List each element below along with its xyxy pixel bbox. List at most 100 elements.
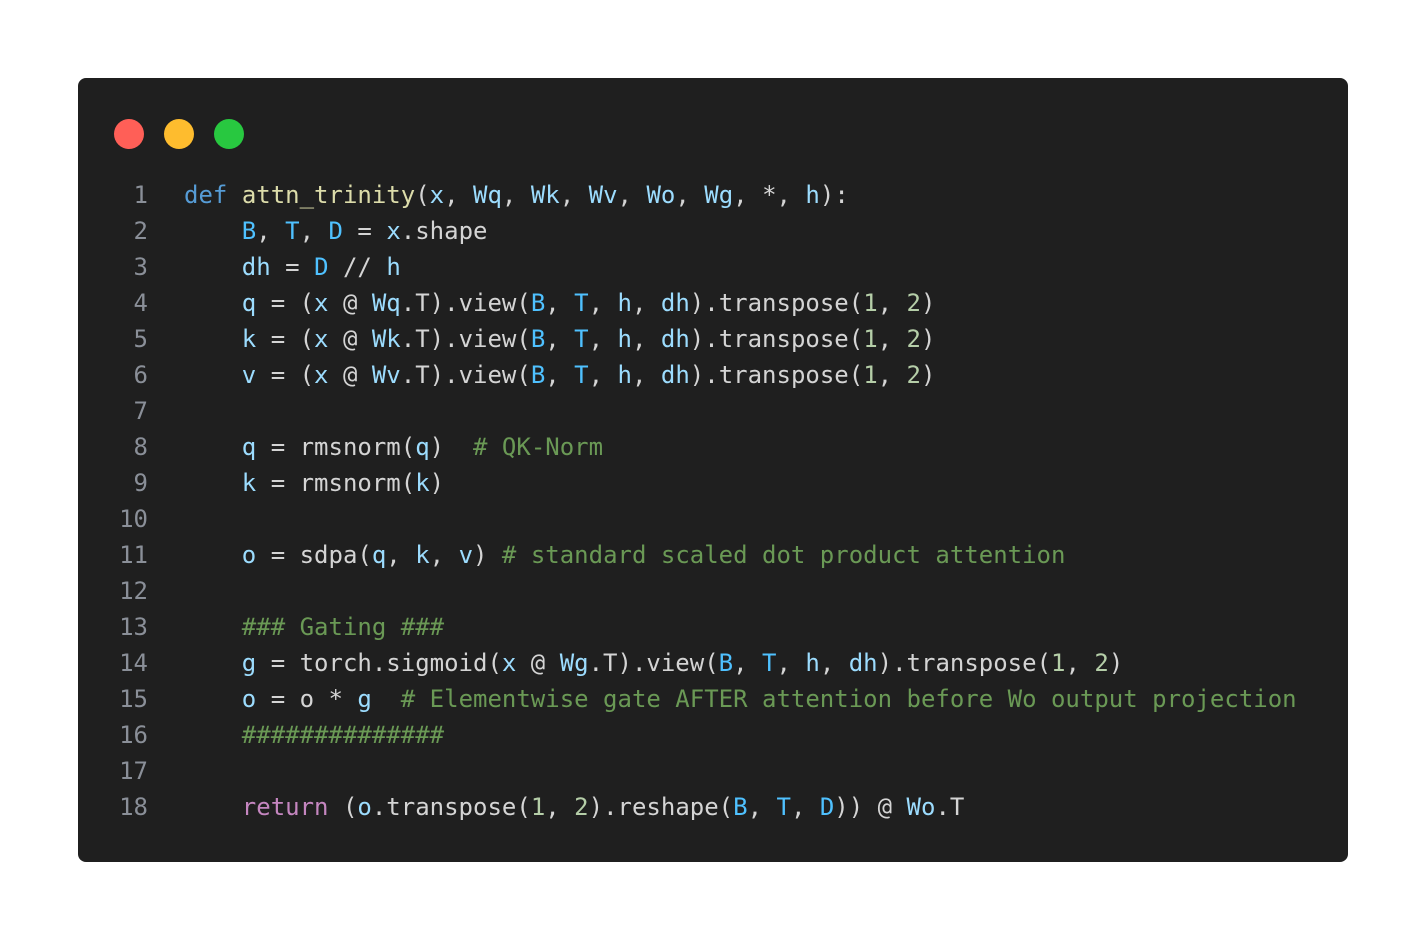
code-token: Wq: [371, 289, 401, 317]
code-token: ): [921, 361, 936, 389]
line-source: g = torch.sigmoid(x @ Wg.T).view(B, T, h…: [184, 645, 1124, 681]
code-token: ): [921, 289, 936, 317]
code-token: ,: [256, 217, 286, 245]
code-token: .T).view(: [400, 361, 531, 389]
code-token: 1: [1051, 649, 1066, 677]
line-source: k = rmsnorm(k): [184, 465, 444, 501]
code-token: B: [530, 289, 546, 317]
code-token: h: [617, 325, 632, 353]
code-token: h: [805, 181, 820, 209]
code-line: 8 q = rmsnorm(q) # QK-Norm: [78, 429, 1297, 465]
code-line: 2 B, T, D = x.shape: [78, 213, 1297, 249]
code-line: 5 k = (x @ Wk.T).view(B, T, h, dh).trans…: [78, 321, 1297, 357]
code-token: T: [762, 649, 777, 677]
line-number: 13: [119, 613, 148, 641]
code-token: ): [1108, 649, 1124, 677]
line-number: 17: [119, 757, 148, 785]
code-token: Wk: [530, 181, 560, 209]
code-token: Wk: [371, 325, 401, 353]
code-token: dh: [241, 253, 271, 281]
code-token: ,: [386, 541, 416, 569]
code-token: 2: [906, 325, 921, 353]
line-number: 18: [119, 793, 148, 821]
code-token: T: [574, 361, 589, 389]
code-token: ).reshape(: [588, 793, 734, 821]
code-token: B: [718, 649, 734, 677]
line-number: 10: [119, 505, 148, 533]
code-token: = (: [256, 289, 315, 317]
code-token: g: [357, 685, 372, 713]
line-source: q = (x @ Wq.T).view(B, T, h, dh).transpo…: [184, 285, 936, 321]
code-token: attn_trinity: [241, 181, 416, 209]
line-source: B, T, D = x.shape: [184, 213, 488, 249]
code-token: g: [241, 649, 257, 677]
code-token: .T).view(: [400, 325, 531, 353]
code-token: # Elementwise gate AFTER attention befor…: [400, 685, 1297, 713]
code-token: T: [285, 217, 300, 245]
code-line: 1 def attn_trinity(x, Wq, Wk, Wv, Wo, Wg,…: [78, 177, 1297, 213]
window-controls: [114, 119, 244, 149]
code-token: ,: [588, 325, 618, 353]
code-token: ,: [819, 649, 849, 677]
code-line: 7: [78, 393, 1297, 429]
code-token: ,: [631, 289, 661, 317]
line-source: v = (x @ Wv.T).view(B, T, h, dh).transpo…: [184, 357, 936, 393]
code-token: =: [342, 217, 387, 245]
code-token: ,: [429, 541, 459, 569]
minimize-button[interactable]: [164, 119, 194, 149]
code-token: ,: [588, 361, 618, 389]
code-token: x: [501, 649, 517, 677]
code-token: # QK-Norm: [473, 433, 604, 461]
code-token: (: [328, 793, 358, 821]
code-token: )) @: [834, 793, 907, 821]
line-number: 14: [119, 649, 148, 677]
code-token: B: [530, 361, 546, 389]
code-token: v: [458, 541, 474, 569]
code-token: x: [429, 181, 445, 209]
line-number: 12: [119, 577, 148, 605]
close-button[interactable]: [114, 119, 144, 149]
line-source: ### Gating ###: [184, 609, 444, 645]
code-token: dh: [660, 361, 690, 389]
code-token: D: [328, 217, 343, 245]
code-token: ,: [444, 181, 474, 209]
code-token: ,: [877, 325, 907, 353]
code-token: T: [574, 325, 589, 353]
code-line: 9 k = rmsnorm(k): [78, 465, 1297, 501]
line-source: o = o * g # Elementwise gate AFTER atten…: [184, 681, 1297, 717]
code-token: @: [516, 649, 560, 677]
code-token: (: [415, 181, 430, 209]
code-token: Wg: [704, 181, 734, 209]
line-number: 4: [133, 289, 148, 317]
code-token: q: [241, 289, 257, 317]
zoom-button[interactable]: [214, 119, 244, 149]
code-token: Wo: [646, 181, 676, 209]
code-line: 4 q = (x @ Wq.T).view(B, T, h, dh).trans…: [78, 285, 1297, 321]
code-token: k: [415, 469, 430, 497]
code-token: ,: [1065, 649, 1095, 677]
code-token: 1: [530, 793, 546, 821]
code-token: B: [241, 217, 257, 245]
code-token: 2: [1094, 649, 1109, 677]
code-token: ).transpose(: [689, 325, 864, 353]
line-number: 3: [133, 253, 148, 281]
code-token: x: [314, 289, 329, 317]
code-token: .shape: [400, 217, 488, 245]
code-token: dh: [660, 325, 690, 353]
code-token: D: [314, 253, 329, 281]
code-token: ,: [588, 289, 618, 317]
code-token: k: [241, 469, 257, 497]
line-source: o = sdpa(q, k, v) # standard scaled dot …: [184, 537, 1066, 573]
code-token: h: [617, 289, 632, 317]
code-token: ): [429, 433, 474, 461]
code-token: k: [415, 541, 430, 569]
